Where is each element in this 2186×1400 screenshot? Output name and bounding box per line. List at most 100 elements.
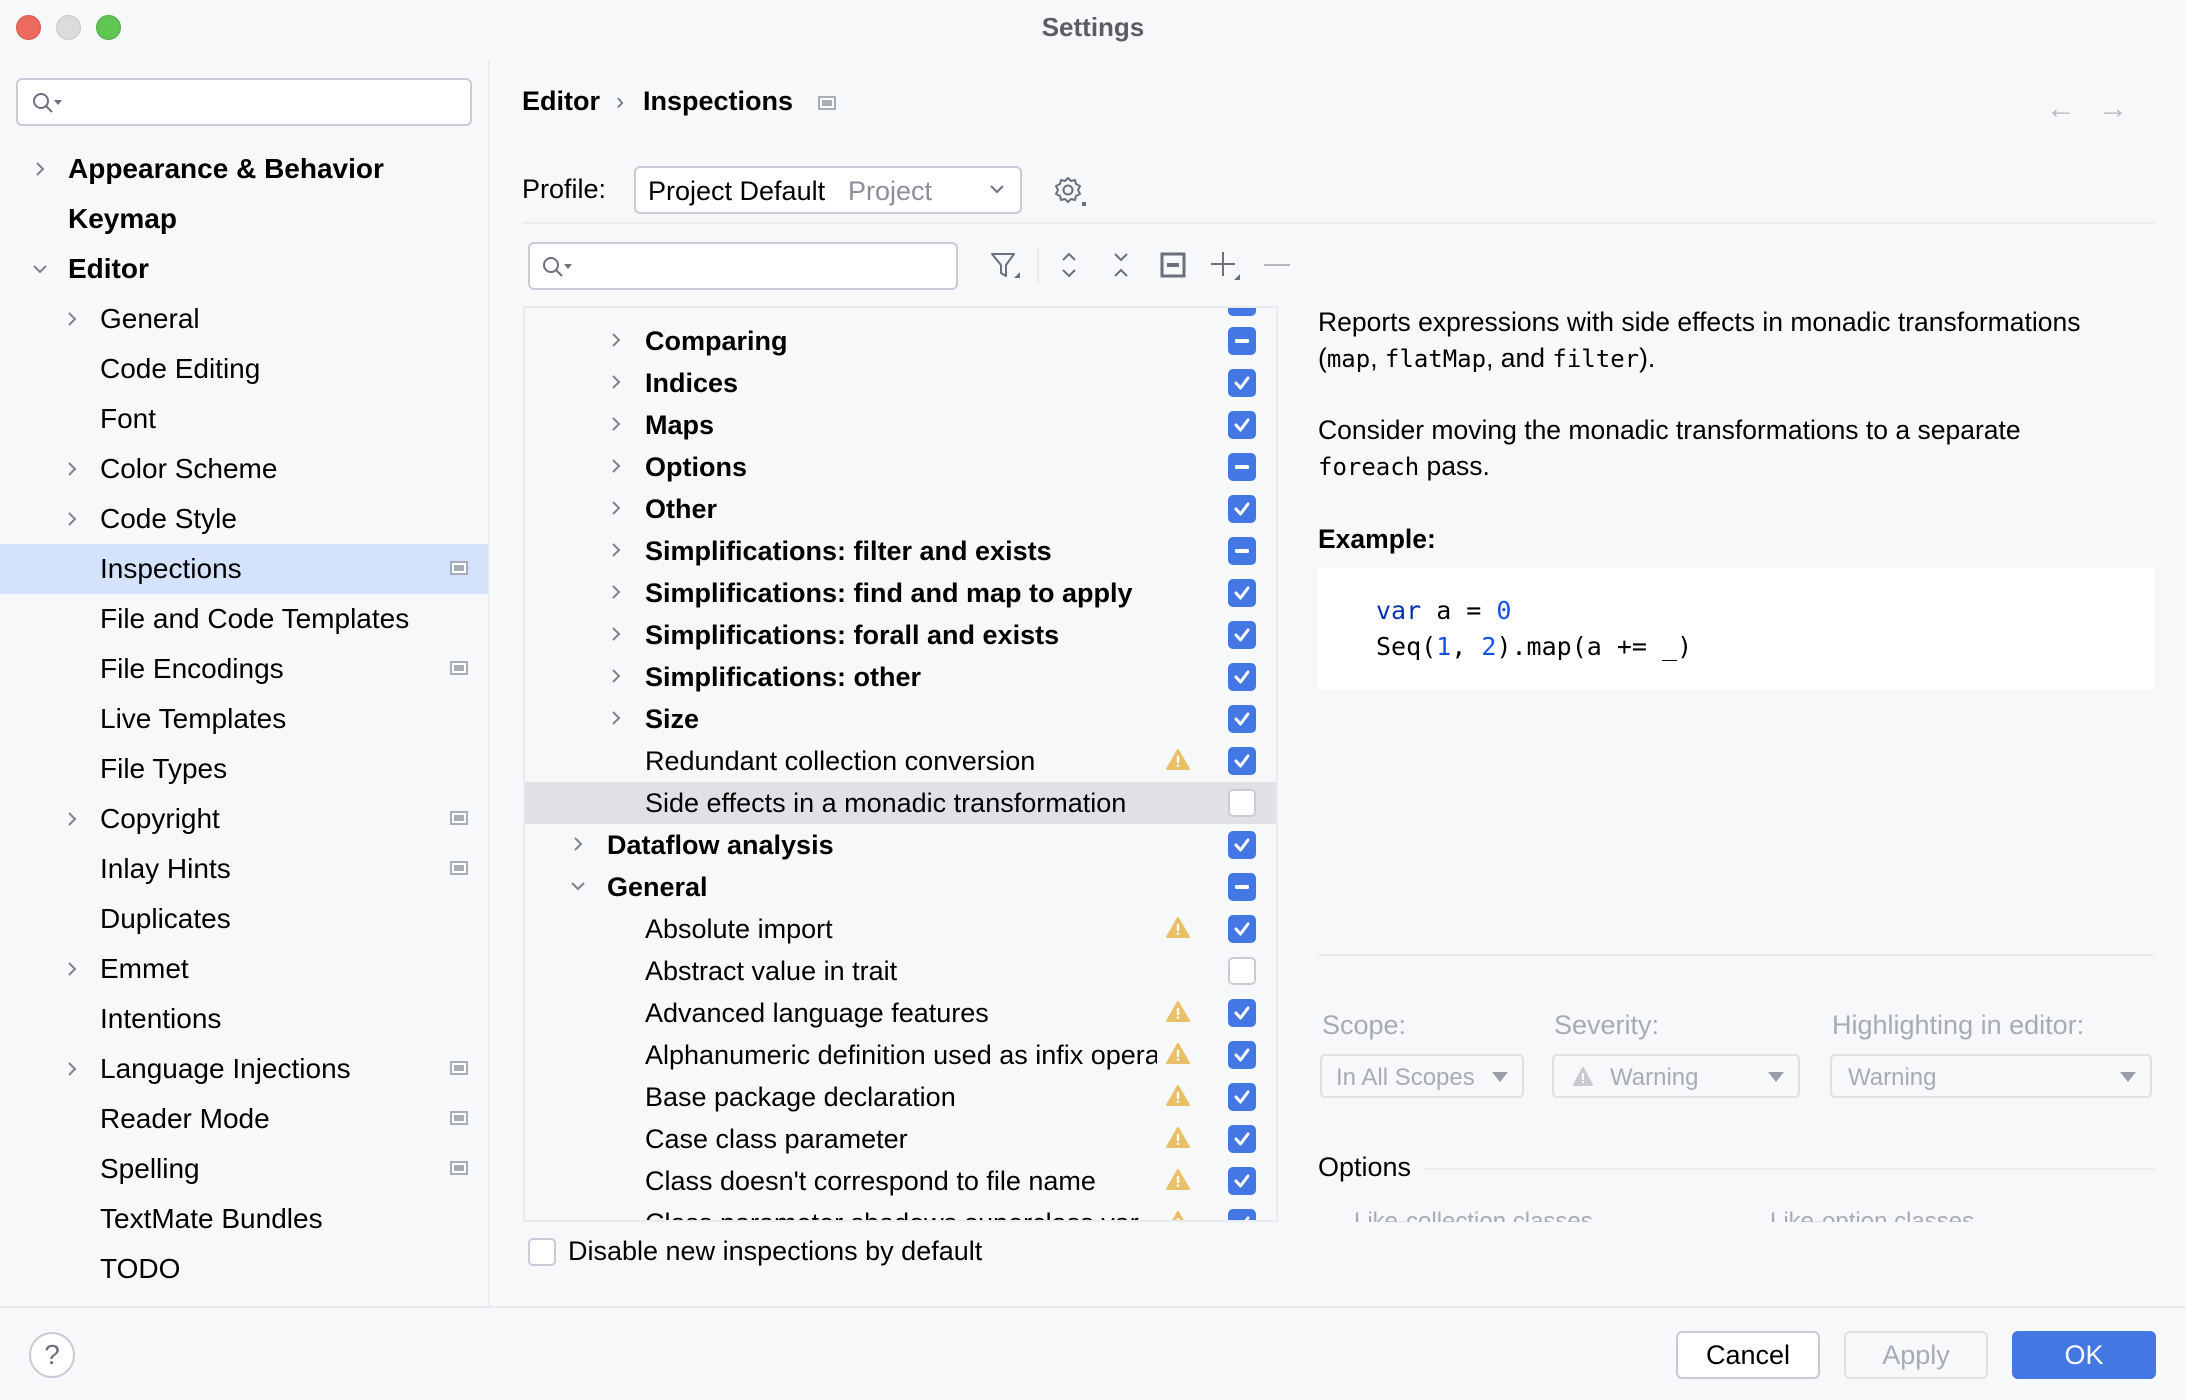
inspection-checkbox[interactable]	[1228, 1083, 1256, 1111]
inspection-checkbox[interactable]	[1228, 621, 1256, 649]
sidebar-item-file-and-code-templates[interactable]: File and Code Templates	[0, 594, 488, 644]
inspection-row[interactable]: Simplifications: find and map to apply	[525, 572, 1276, 614]
sidebar-item-spelling[interactable]: Spelling	[0, 1144, 488, 1194]
inspection-row[interactable]: Size	[525, 698, 1276, 740]
sidebar-search-input[interactable]	[16, 78, 472, 126]
inspection-checkbox[interactable]	[1228, 999, 1256, 1027]
inspection-row[interactable]: Maps	[525, 404, 1276, 446]
sidebar-item-file-types[interactable]: File Types	[0, 744, 488, 794]
inspection-checkbox[interactable]	[1228, 453, 1256, 481]
inspection-checkbox[interactable]	[1228, 915, 1256, 943]
gear-icon[interactable]	[1052, 174, 1088, 210]
chevron-right-icon[interactable]	[62, 809, 82, 829]
inspection-checkbox[interactable]	[1228, 1125, 1256, 1153]
sidebar-item-code-editing[interactable]: Code Editing	[0, 344, 488, 394]
inspection-checkbox[interactable]	[1228, 663, 1256, 691]
sidebar-item-general[interactable]: General	[0, 294, 488, 344]
chevron-right-icon[interactable]	[607, 457, 625, 475]
option-like-option-classes[interactable]: Like-option classes	[1770, 1208, 1974, 1222]
breadcrumb-editor[interactable]: Editor	[522, 86, 600, 117]
inspection-row[interactable]: General	[525, 866, 1276, 908]
sidebar-item-appearance-behavior[interactable]: Appearance & Behavior	[0, 144, 488, 194]
sidebar-item-language-injections[interactable]: Language Injections	[0, 1044, 488, 1094]
inspection-checkbox[interactable]	[1228, 1209, 1256, 1220]
chevron-right-icon[interactable]	[607, 331, 625, 349]
sidebar-item-copyright[interactable]: Copyright	[0, 794, 488, 844]
inspection-row[interactable]: Side effects in a monadic transformation	[525, 782, 1276, 824]
inspection-checkbox[interactable]	[1228, 537, 1256, 565]
sidebar-item-duplicates[interactable]: Duplicates	[0, 894, 488, 944]
sidebar-item-file-encodings[interactable]: File Encodings	[0, 644, 488, 694]
inspection-checkbox[interactable]	[1228, 957, 1256, 985]
sidebar-item-live-templates[interactable]: Live Templates	[0, 694, 488, 744]
inspection-checkbox[interactable]	[1228, 705, 1256, 733]
chevron-right-icon[interactable]	[30, 159, 50, 179]
sidebar-item-inlay-hints[interactable]: Inlay Hints	[0, 844, 488, 894]
inspection-row[interactable]: Indices	[525, 362, 1276, 404]
chevron-down-icon[interactable]	[30, 259, 50, 279]
filter-icon[interactable]	[988, 248, 1022, 282]
inspection-checkbox[interactable]	[1228, 789, 1256, 817]
inspection-checkbox[interactable]	[1228, 873, 1256, 901]
ok-button[interactable]: OK	[2012, 1331, 2156, 1379]
inspection-row[interactable]: Class parameter shadows superclass var	[525, 1202, 1276, 1220]
expand-all-icon[interactable]	[1052, 248, 1086, 282]
sidebar-item-intentions[interactable]: Intentions	[0, 994, 488, 1044]
apply-button[interactable]: Apply	[1844, 1331, 1988, 1379]
inspections-search-input[interactable]	[528, 242, 958, 290]
back-arrow-icon[interactable]: ←	[2046, 92, 2076, 126]
inspection-row[interactable]: Redundant collection conversion	[525, 740, 1276, 782]
sidebar-item-code-style[interactable]: Code Style	[0, 494, 488, 544]
sidebar-item-inspections[interactable]: Inspections	[0, 544, 488, 594]
inspection-row[interactable]: Class doesn't correspond to file name	[525, 1160, 1276, 1202]
scope-dropdown[interactable]: In All Scopes	[1320, 1054, 1524, 1098]
inspection-checkbox[interactable]	[1228, 1041, 1256, 1069]
inspection-row[interactable]: Advanced language features	[525, 992, 1276, 1034]
inspection-row[interactable]: Absolute import	[525, 908, 1276, 950]
sidebar-item-font[interactable]: Font	[0, 394, 488, 444]
inspections-tree[interactable]: Comparing Indices Maps Options Other Simplifi…	[523, 306, 1278, 1222]
chevron-right-icon[interactable]	[62, 459, 82, 479]
inspection-checkbox[interactable]	[1228, 369, 1256, 397]
chevron-down-icon[interactable]	[569, 877, 587, 895]
chevron-right-icon[interactable]	[607, 709, 625, 727]
inspection-row[interactable]: Simplifications: forall and exists	[525, 614, 1276, 656]
forward-arrow-icon[interactable]: →	[2098, 92, 2128, 126]
highlighting-dropdown[interactable]: Warning	[1830, 1054, 2152, 1098]
severity-dropdown[interactable]: Warning	[1552, 1054, 1800, 1098]
inspection-checkbox[interactable]	[1228, 579, 1256, 607]
sidebar-item-todo[interactable]: TODO	[0, 1244, 488, 1294]
inspection-row[interactable]: Options	[525, 446, 1276, 488]
partial-checkbox-scrolled[interactable]	[1228, 308, 1256, 316]
reset-to-default-icon[interactable]	[1156, 248, 1190, 282]
chevron-right-icon[interactable]	[607, 667, 625, 685]
inspection-row[interactable]: Comparing	[525, 320, 1276, 362]
profile-dropdown[interactable]: Project Default Project	[634, 166, 1022, 214]
help-button[interactable]: ?	[29, 1332, 75, 1378]
inspection-row[interactable]: Case class parameter	[525, 1118, 1276, 1160]
option-like-collection-classes[interactable]: Like-collection classes	[1354, 1208, 1593, 1222]
chevron-right-icon[interactable]	[607, 499, 625, 517]
sidebar-item-color-scheme[interactable]: Color Scheme	[0, 444, 488, 494]
chevron-right-icon[interactable]	[607, 373, 625, 391]
inspection-row[interactable]: Dataflow analysis	[525, 824, 1276, 866]
inspection-row[interactable]: Simplifications: other	[525, 656, 1276, 698]
inspection-row[interactable]: Base package declaration	[525, 1076, 1276, 1118]
inspection-checkbox[interactable]	[1228, 411, 1256, 439]
chevron-right-icon[interactable]	[62, 509, 82, 529]
inspection-row[interactable]: Abstract value in trait	[525, 950, 1276, 992]
inspection-row[interactable]: Simplifications: filter and exists	[525, 530, 1276, 572]
sidebar-divider[interactable]	[488, 60, 490, 1306]
chevron-right-icon[interactable]	[607, 541, 625, 559]
inspection-checkbox[interactable]	[1228, 495, 1256, 523]
inspection-checkbox[interactable]	[1228, 1167, 1256, 1195]
chevron-right-icon[interactable]	[569, 835, 587, 853]
inspection-row[interactable]: Other	[525, 488, 1276, 530]
collapse-all-icon[interactable]	[1104, 248, 1138, 282]
sidebar-item-keymap[interactable]: Keymap	[0, 194, 488, 244]
sidebar-item-textmate-bundles[interactable]: TextMate Bundles	[0, 1194, 488, 1244]
chevron-right-icon[interactable]	[62, 1059, 82, 1079]
inspection-checkbox[interactable]	[1228, 327, 1256, 355]
disable-new-inspections-checkbox[interactable]	[528, 1238, 556, 1266]
sidebar-item-reader-mode[interactable]: Reader Mode	[0, 1094, 488, 1144]
